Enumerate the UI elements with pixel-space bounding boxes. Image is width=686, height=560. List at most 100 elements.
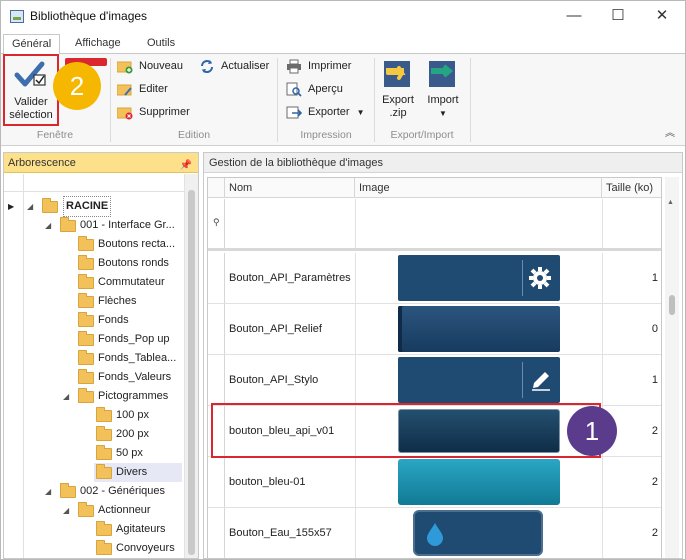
tree-item-commutateur[interactable]: Commutateur [76, 273, 182, 292]
tree-item-label: 100 px [116, 409, 150, 421]
collapse-icon[interactable]: ◢ [63, 501, 69, 520]
group-label-fenetre: Fenêtre [36, 129, 74, 141]
tree-item-fonds-pop-up[interactable]: Fonds_Pop up [76, 330, 182, 349]
folder-icon [78, 369, 94, 384]
tree-scrollbar[interactable] [184, 174, 198, 558]
tree-panel-title: Arborescence [8, 157, 76, 169]
folder-icon [78, 502, 94, 517]
gear-icon [529, 267, 551, 289]
export-icon [286, 105, 303, 120]
grid-scrollbar-thumb[interactable] [669, 295, 675, 315]
tree-item-50px[interactable]: 50 px [94, 444, 182, 463]
exporter-dropdown[interactable]: Exporter ▼ [286, 103, 365, 122]
tree-item-label: Flèches [98, 295, 137, 307]
tree-item-fonds[interactable]: Fonds [76, 311, 182, 330]
column-divider [355, 199, 356, 248]
tree-item-boutons-ronds[interactable]: Boutons ronds [76, 254, 182, 273]
tree-item-fleches[interactable]: Flèches [76, 292, 182, 311]
tree-item-convoyeurs[interactable]: Convoyeurs [94, 539, 182, 558]
image-grid: Nom Image Taille (ko) ⚲ Bouton_API_Param… [207, 177, 662, 558]
import-dropdown-button[interactable]: Import ▼ [423, 57, 463, 125]
editer-button[interactable]: Editer [116, 80, 168, 99]
grid-scrollbar[interactable]: ▲ [665, 177, 679, 558]
imprimer-label: Imprimer [308, 60, 352, 72]
actualiser-button[interactable]: Actualiser [199, 57, 269, 76]
tree-item-label: Pictogrammes [98, 390, 169, 402]
collapse-icon[interactable]: ◢ [27, 197, 33, 216]
callout-two: 2 [53, 62, 101, 110]
refresh-icon [199, 59, 215, 74]
maximize-button[interactable]: ☐ [595, 1, 641, 31]
column-divider [602, 199, 603, 248]
supprimer-button[interactable]: Supprimer [116, 103, 190, 122]
tree-panel-header: Arborescence 📌 [4, 153, 198, 173]
cell-size: 1 [651, 272, 658, 284]
collapse-icon[interactable]: ◢ [45, 216, 51, 235]
app-icon [10, 10, 24, 23]
tab-affichage[interactable]: Affichage [67, 34, 129, 54]
cell-name: Bouton_API_Stylo [229, 374, 319, 386]
column-header-taille[interactable]: Taille (ko) [602, 178, 661, 198]
export-label-1: Export [382, 94, 414, 106]
tree-scrollbar-thumb[interactable] [188, 190, 195, 555]
tree-item-label: Commutateur [98, 276, 165, 288]
table-row[interactable]: Bouton_API_Stylo 1 [208, 355, 661, 406]
tree-item-racine[interactable]: ◢ RACINE [24, 196, 182, 217]
tree-gutter [4, 174, 24, 558]
group-label-edition: Edition [177, 129, 211, 141]
tab-outils[interactable]: Outils [139, 34, 183, 54]
cell-size: 2 [651, 425, 658, 437]
tree-item-interface[interactable]: ◢ 001 - Interface Gr... [42, 216, 182, 235]
tree-item-fonds-tableaux[interactable]: Fonds_Tablea... [76, 349, 182, 368]
pencil-icon [532, 372, 550, 391]
column-divider [355, 253, 356, 303]
export-zip-button[interactable]: Export .zip [378, 57, 418, 125]
cell-name: Bouton_API_Paramètres [229, 272, 351, 284]
tree-item-pictogrammes[interactable]: ◢ Pictogrammes [60, 387, 182, 406]
close-button[interactable]: ✕ [639, 1, 685, 31]
nouveau-button[interactable]: Nouveau [116, 57, 183, 76]
valider-label-2: sélection [9, 109, 53, 121]
tree-item-200px[interactable]: 200 px [94, 425, 182, 444]
window-title: Bibliothèque d'images [30, 9, 148, 23]
valider-selection-button[interactable]: Valider sélection [3, 54, 59, 126]
minimize-button[interactable]: — [551, 1, 597, 31]
table-row[interactable]: bouton_bleu-01 2 [208, 457, 661, 508]
tree-item-label: RACINE [62, 196, 112, 217]
ribbon: Valider sélection 2 Fenêtre Nouveau Edit… [1, 54, 685, 146]
image-separator [522, 362, 523, 398]
folder-icon [42, 198, 58, 213]
scroll-up-icon[interactable]: ▲ [667, 199, 674, 206]
column-divider [602, 304, 603, 354]
tree-item-divers-selected[interactable]: Divers [94, 463, 182, 482]
table-row[interactable]: Bouton_Eau_155x57 2 [208, 508, 661, 558]
callout-one: 1 [567, 406, 617, 456]
tree-item-boutons-rectangulaires[interactable]: Boutons recta... [76, 235, 182, 254]
valider-label-1: Valider [14, 96, 48, 108]
table-row[interactable]: Bouton_API_Relief 0 [208, 304, 661, 355]
collapse-icon[interactable]: ◢ [45, 482, 51, 501]
column-header-image[interactable]: Image [355, 178, 602, 198]
folder-icon [60, 217, 76, 232]
tree-item-fonds-valeurs[interactable]: Fonds_Valeurs [76, 368, 182, 387]
filter-row[interactable]: ⚲ [208, 199, 661, 251]
tab-general[interactable]: Général [3, 34, 61, 55]
apercu-button[interactable]: Aperçu [286, 80, 343, 99]
tree-item-label: Fonds [98, 314, 129, 326]
column-header-nom[interactable]: Nom [225, 178, 355, 198]
tree-item-generiques[interactable]: ◢ 002 - Génériques [42, 482, 182, 501]
table-row[interactable]: Bouton_API_Paramètres 1 [208, 253, 661, 304]
collapse-icon[interactable]: ◢ [63, 387, 69, 406]
cell-size: 0 [651, 323, 658, 335]
tree-item-label: 50 px [116, 447, 143, 459]
title-bar: Bibliothèque d'images — ☐ ✕ [1, 1, 685, 33]
imprimer-button[interactable]: Imprimer [286, 57, 351, 76]
tree-filter-row[interactable] [4, 174, 184, 192]
image-separator [522, 260, 523, 296]
column-divider [355, 508, 356, 558]
tree-item-actionneur[interactable]: ◢ Actionneur [60, 501, 182, 520]
pin-icon[interactable]: 📌 [180, 156, 192, 176]
tree-item-100px[interactable]: 100 px [94, 406, 182, 425]
collapse-ribbon-icon[interactable]: ︽ [663, 124, 677, 139]
tree-item-agitateurs[interactable]: Agitateurs [94, 520, 182, 539]
